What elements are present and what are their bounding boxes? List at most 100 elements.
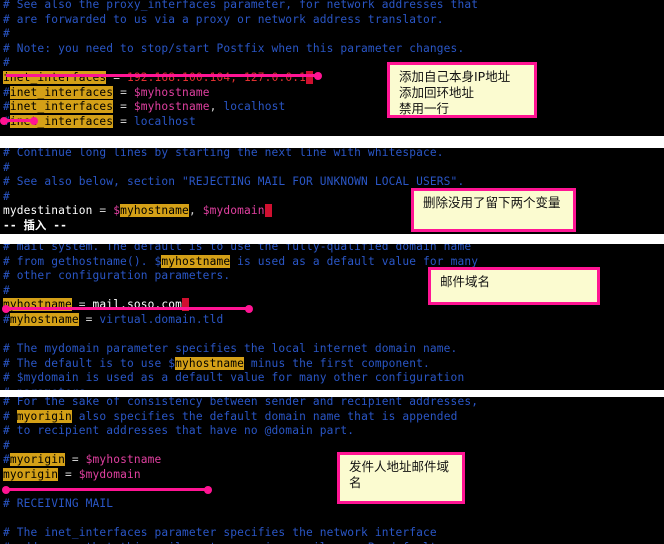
terminal-span: inet_interfaces	[9, 85, 114, 99]
terminal-span: localhost	[133, 114, 196, 128]
terminal-span: # The mydomain parameter specifies the l…	[3, 342, 458, 356]
callout-inet-interfaces: 添加自己本身IP地址 添加回环地址 禁用一行	[387, 62, 537, 118]
terminal-line: #myorigin = $myhostname	[0, 453, 664, 468]
terminal-line: #inet_interfaces = localhost	[0, 114, 664, 130]
callout-line: 添加自己本身IP地址	[399, 69, 511, 84]
terminal-span: myorigin	[3, 467, 59, 481]
terminal-line: #myhostname = virtual.domain.tld	[0, 312, 664, 328]
terminal-panel-myorigin: # For the sake of consistency between se…	[0, 397, 664, 544]
terminal-span: # $mydomain is used as a default value f…	[3, 371, 465, 385]
terminal-span: myorigin	[9, 453, 65, 467]
terminal-span: =	[113, 114, 134, 128]
terminal-span: =	[113, 85, 134, 99]
terminal-line: # The default is to use $myhostname minu…	[0, 356, 664, 372]
callout-line: 添加回环地址	[399, 85, 475, 100]
terminal-span: #	[3, 438, 10, 452]
terminal-span: $myhostname	[85, 453, 162, 467]
terminal-span: #	[3, 283, 10, 297]
annotation-underline-inet-active	[6, 71, 322, 80]
callout-line: 删除没用了留下两个变量	[423, 195, 561, 210]
annotation-underline-myorigin	[2, 485, 212, 494]
terminal-span: $mydomain	[78, 467, 141, 481]
terminal-span: $myhostname	[133, 85, 210, 99]
terminal-span: #	[3, 409, 17, 423]
terminal-panel-inet-interfaces: # See also the proxy_interfaces paramete…	[0, 0, 664, 136]
terminal-span: =	[64, 453, 86, 467]
terminal-line: # The inet_interfaces parameter specifie…	[0, 526, 664, 541]
terminal-line: # RECEIVING MAIL	[0, 497, 664, 512]
panel-gap-1	[0, 136, 664, 148]
terminal-span: localhost	[223, 100, 286, 114]
terminal-span: myorigin	[16, 409, 72, 423]
terminal-line: # mail system. The default is to use the…	[0, 244, 664, 255]
terminal-line: # Continue long lines by starting the ne…	[0, 148, 664, 161]
terminal-span: #	[3, 160, 10, 174]
terminal-line: # $mydomain is used as a default value f…	[0, 371, 664, 386]
terminal-span: # For the sake of consistency between se…	[3, 397, 479, 408]
terminal-line: # See also the proxy_interfaces paramete…	[0, 0, 664, 13]
terminal-line: # For the sake of consistency between se…	[0, 397, 664, 410]
annotation-underline-myhostname	[2, 304, 253, 313]
terminal-span: #	[3, 189, 10, 203]
terminal-line: # to recipient addresses that have no @d…	[0, 424, 664, 439]
terminal-line: #inet_interfaces = $myhostname, localhos…	[0, 100, 664, 115]
terminal-span: # from gethostname().	[3, 254, 155, 268]
terminal-span: myhostname	[161, 254, 231, 268]
terminal-line: #	[0, 161, 664, 176]
terminal-span: # Continue long lines by starting the ne…	[3, 148, 444, 159]
terminal-line: #	[0, 27, 664, 42]
callout-line: 禁用一行	[399, 101, 450, 116]
terminal-panel-myhostname: # mail system. The default is to use the…	[0, 244, 664, 390]
terminal-line: #inet_interfaces = $myhostname	[0, 85, 664, 101]
terminal-span: # are forwarded to us via a proxy or net…	[3, 12, 444, 26]
terminal-span: # RECEIVING MAIL	[3, 497, 114, 511]
callout-mydestination: 删除没用了留下两个变量	[411, 188, 576, 232]
terminal-span: # See also the proxy_interfaces paramete…	[3, 0, 479, 11]
terminal-text-1: # See also the proxy_interfaces paramete…	[0, 0, 664, 136]
terminal-span: virtual.domain.tld	[99, 312, 224, 326]
screenshot-root: # See also the proxy_interfaces paramete…	[0, 0, 664, 544]
panel-gap-2	[0, 234, 664, 244]
terminal-span: # Note: you need to stop/start Postfix w…	[3, 41, 465, 55]
terminal-span: # The inet_interfaces parameter specifie…	[3, 526, 437, 540]
terminal-span: # The default is to use	[3, 356, 169, 370]
terminal-line: myorigin = $mydomain	[0, 467, 664, 483]
terminal-text-4: # For the sake of consistency between se…	[0, 397, 664, 544]
terminal-span: 192.168.100.104, 127.0.0.1	[126, 70, 306, 84]
terminal-span: =	[58, 467, 79, 481]
callout-myhostname: 邮件域名	[428, 267, 600, 305]
terminal-span: =	[113, 100, 134, 114]
terminal-span: # mail system. The default is to use the…	[3, 244, 472, 253]
terminal-span: #	[3, 27, 10, 41]
terminal-span: inet_interfaces	[9, 100, 114, 114]
panel-gap-3	[0, 390, 664, 397]
terminal-span: myhostname	[9, 312, 79, 326]
terminal-span: ,	[209, 100, 224, 114]
terminal-span: inet_interfaces	[3, 70, 107, 84]
terminal-span: #	[3, 85, 10, 99]
terminal-line: # Note: you need to stop/start Postfix w…	[0, 42, 664, 57]
terminal-span: =	[78, 312, 100, 326]
terminal-span	[306, 70, 313, 84]
terminal-line: # are forwarded to us via a proxy or net…	[0, 13, 664, 28]
callout-line: 发件人地址邮件域名	[349, 459, 450, 490]
terminal-span: $myhostname	[133, 100, 210, 114]
annotation-marker-inet-commented	[0, 116, 38, 125]
callout-line: 邮件域名	[440, 274, 491, 289]
terminal-span: #	[3, 56, 10, 70]
terminal-span: also specifies the default domain name t…	[71, 409, 458, 423]
terminal-span: is used as a default value for many	[230, 254, 479, 268]
terminal-line: # The mydomain parameter specifies the l…	[0, 342, 664, 357]
terminal-span: myhostname	[175, 356, 245, 370]
terminal-span: #	[3, 453, 10, 467]
terminal-span: #	[3, 100, 10, 114]
terminal-span: minus the first component.	[244, 356, 430, 370]
terminal-line: #	[0, 56, 664, 71]
terminal-text-3: # mail system. The default is to use the…	[0, 244, 664, 390]
terminal-line: # myorigin also specifies the default do…	[0, 409, 664, 425]
terminal-span: # See also below, section "REJECTING MAI…	[3, 175, 465, 189]
terminal-line: #	[0, 439, 664, 454]
